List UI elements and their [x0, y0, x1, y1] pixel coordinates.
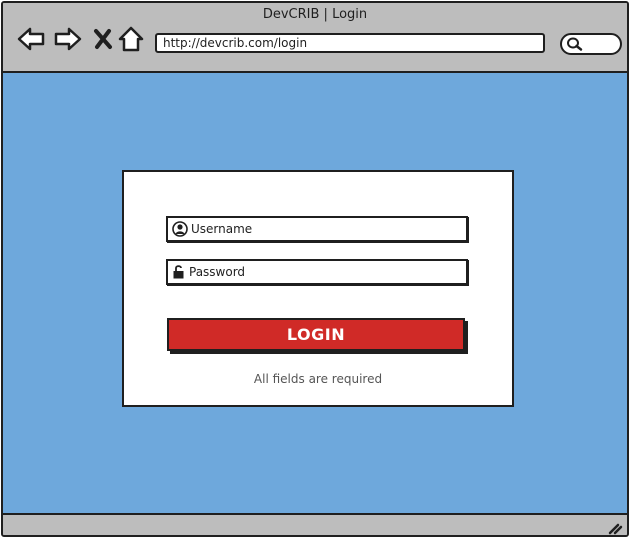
forward-button[interactable]: [53, 25, 83, 53]
forward-arrow-icon: [54, 27, 82, 51]
resize-grip-icon[interactable]: [607, 519, 623, 535]
login-button[interactable]: LOGIN: [167, 318, 465, 351]
browser-window: DevCRIB | Login http://devcrib.com/login: [1, 1, 629, 537]
password-field[interactable]: [166, 259, 468, 285]
home-icon: [118, 26, 144, 52]
username-input[interactable]: [191, 222, 461, 236]
close-x-icon: [94, 29, 112, 49]
search-icon: [567, 37, 583, 51]
title-bar: DevCRIB | Login http://devcrib.com/login: [3, 3, 627, 73]
required-fields-note: All fields are required: [253, 372, 383, 386]
status-bar: [3, 513, 627, 535]
window-title: DevCRIB | Login: [262, 7, 368, 22]
username-field[interactable]: [166, 216, 468, 242]
home-button[interactable]: [116, 25, 146, 53]
unlock-icon: [173, 265, 184, 279]
stop-button[interactable]: [88, 25, 118, 53]
back-arrow-icon: [17, 27, 45, 51]
user-icon: [172, 221, 188, 237]
search-button[interactable]: [560, 33, 622, 55]
login-card: LOGIN All fields are required: [122, 170, 514, 407]
url-bar[interactable]: http://devcrib.com/login: [155, 33, 545, 53]
page-content: LOGIN All fields are required: [3, 73, 627, 513]
password-input[interactable]: [189, 265, 459, 279]
back-button[interactable]: [16, 25, 46, 53]
